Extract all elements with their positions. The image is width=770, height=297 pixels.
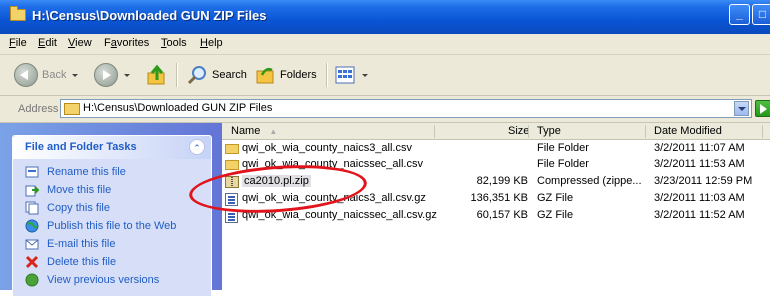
collapse-icon[interactable]: ⌃ xyxy=(189,139,205,155)
email-icon xyxy=(25,239,39,250)
views-icon xyxy=(335,66,355,84)
forward-button[interactable] xyxy=(94,63,130,87)
chevron-down-icon xyxy=(72,73,79,77)
up-folder-button[interactable] xyxy=(146,63,168,87)
menu-file[interactable]: File xyxy=(9,37,27,49)
address-path: H:\Census\Downloaded GUN ZIP Files xyxy=(83,102,273,114)
title-bar: H:\Census\Downloaded GUN ZIP Files _ □ xyxy=(0,0,770,35)
task-publish[interactable]: Publish this file to the Web xyxy=(25,218,176,234)
file-type: GZ File xyxy=(537,192,574,204)
file-date: 3/2/2011 11:03 AM xyxy=(654,192,745,204)
column-size[interactable]: Size xyxy=(508,125,529,137)
column-divider[interactable] xyxy=(645,125,646,138)
file-size: 82,199 KB xyxy=(476,175,528,187)
delete-icon xyxy=(25,255,39,269)
menu-bar: File Edit View Favorites Tools Help xyxy=(0,34,770,55)
move-icon xyxy=(25,185,39,197)
task-previous-versions[interactable]: View previous versions xyxy=(25,272,159,288)
column-divider[interactable] xyxy=(762,125,763,138)
column-date-modified[interactable]: Date Modified xyxy=(654,125,722,137)
window-title: H:\Census\Downloaded GUN ZIP Files xyxy=(32,8,267,23)
forward-arrow-icon xyxy=(94,63,118,87)
menu-view[interactable]: View xyxy=(68,37,92,49)
menu-favorites[interactable]: Favorites xyxy=(104,37,149,49)
task-move[interactable]: Move this file xyxy=(25,182,111,198)
task-pane: File and Folder Tasks ⌃ Rename this file… xyxy=(0,123,222,297)
task-rename[interactable]: Rename this file xyxy=(25,164,126,180)
back-button[interactable]: Back xyxy=(14,63,79,87)
menu-tools[interactable]: Tools xyxy=(161,37,187,49)
column-headers: Name ▲ Size Type Date Modified xyxy=(222,123,770,140)
file-type: Compressed (zippe... xyxy=(537,175,642,187)
chevron-down-icon xyxy=(362,73,368,77)
tasks-title: File and Folder Tasks xyxy=(25,141,137,153)
address-label: Address xyxy=(18,103,59,115)
file-row[interactable]: qwi_ok_wia_county_naicssec_all.csv.gz 60… xyxy=(222,208,770,224)
file-size: 136,351 KB xyxy=(470,192,529,204)
column-type[interactable]: Type xyxy=(537,125,561,137)
task-email[interactable]: E-mail this file xyxy=(25,236,115,252)
folders-icon xyxy=(256,67,274,84)
search-icon xyxy=(187,66,206,85)
column-divider[interactable] xyxy=(434,125,435,138)
tasks-header[interactable]: File and Folder Tasks ⌃ xyxy=(13,136,211,159)
folder-icon xyxy=(64,103,80,115)
file-type: GZ File xyxy=(537,209,574,221)
file-date: 3/2/2011 11:53 AM xyxy=(654,158,745,170)
folders-button[interactable]: Folders xyxy=(254,63,317,87)
globe-icon xyxy=(25,219,39,233)
go-button[interactable] xyxy=(755,100,770,117)
file-date: 3/23/2011 12:59 PM xyxy=(654,175,753,187)
column-divider[interactable] xyxy=(528,125,529,138)
menu-edit[interactable]: Edit xyxy=(38,37,57,49)
file-type: File Folder xyxy=(537,158,589,170)
maximize-button[interactable]: □ xyxy=(752,4,770,25)
chevron-down-icon xyxy=(124,73,130,77)
folder-icon xyxy=(225,160,239,170)
up-folder-icon xyxy=(147,64,165,85)
file-date: 3/2/2011 11:52 AM xyxy=(654,209,745,221)
address-dropdown-button[interactable] xyxy=(734,101,749,116)
folder-icon xyxy=(10,6,26,21)
minimize-button[interactable]: _ xyxy=(729,4,750,25)
file-size: 60,157 KB xyxy=(476,209,528,221)
folder-icon xyxy=(225,144,239,154)
copy-icon xyxy=(25,201,39,215)
views-button[interactable] xyxy=(334,63,368,87)
rename-icon xyxy=(25,166,39,178)
file-date: 3/2/2011 11:07 AM xyxy=(654,142,745,154)
menu-help[interactable]: Help xyxy=(200,37,223,49)
versions-icon xyxy=(25,273,39,287)
toolbar-separator xyxy=(176,63,178,87)
back-arrow-icon xyxy=(14,63,38,87)
task-delete[interactable]: Delete this file xyxy=(25,254,116,270)
file-folder-tasks-panel: File and Folder Tasks ⌃ Rename this file… xyxy=(12,135,212,297)
task-copy[interactable]: Copy this file xyxy=(25,200,110,216)
file-type: File Folder xyxy=(537,142,589,154)
toolbar: Back Search Folders xyxy=(0,55,770,96)
file-row[interactable]: qwi_ok_wia_county_naics3_all.csv File Fo… xyxy=(222,141,770,157)
toolbar-separator xyxy=(326,63,328,87)
sort-ascending-icon: ▲ xyxy=(269,127,278,136)
column-name[interactable]: Name ▲ xyxy=(231,125,277,137)
search-button[interactable]: Search xyxy=(186,63,247,87)
address-input[interactable]: H:\Census\Downloaded GUN ZIP Files xyxy=(60,99,752,118)
address-bar: Address H:\Census\Downloaded GUN ZIP Fil… xyxy=(0,96,770,123)
